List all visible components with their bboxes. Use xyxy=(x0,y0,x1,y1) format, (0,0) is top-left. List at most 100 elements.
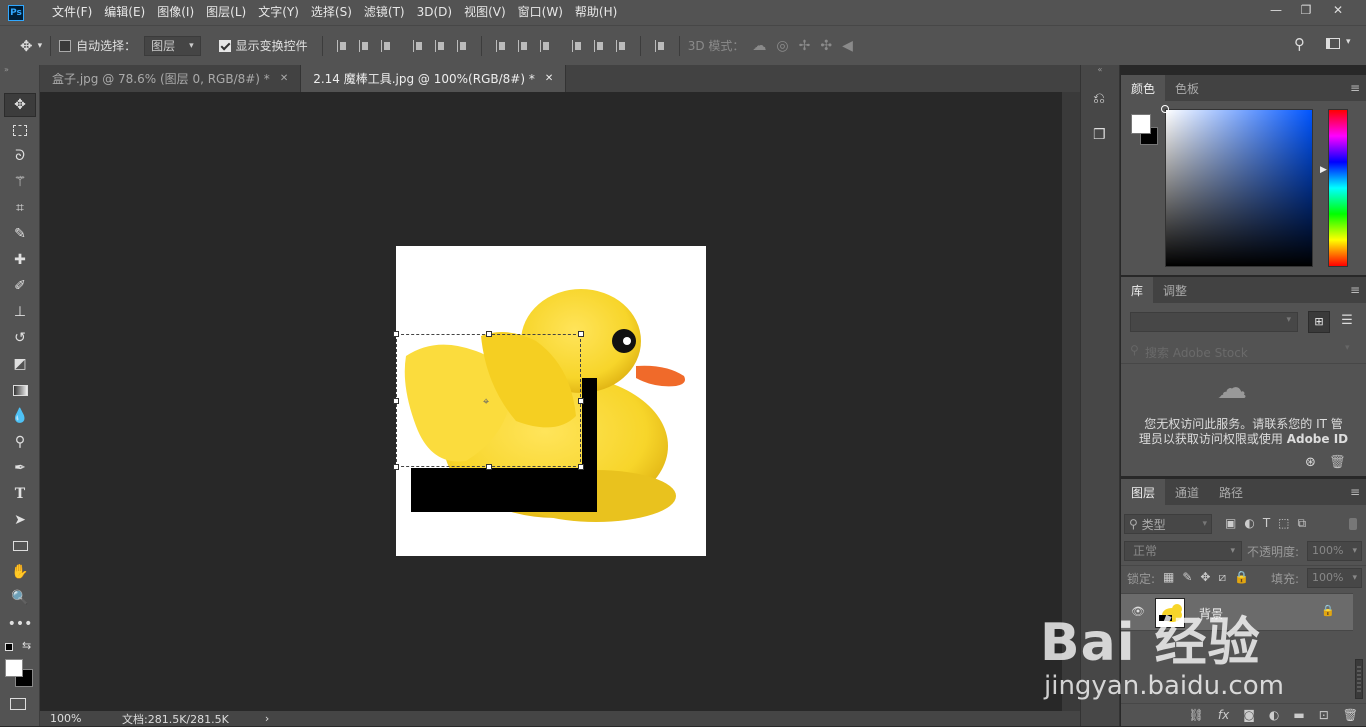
history-icon[interactable]: ⎌ xyxy=(1093,89,1105,107)
grid-view-icon[interactable]: ⊞ xyxy=(1308,311,1330,333)
lock-image-icon[interactable]: ✎ xyxy=(1182,570,1192,585)
eraser-tool-icon[interactable]: ◩ xyxy=(4,352,36,376)
filter-smart-object-icon[interactable]: ⧉ xyxy=(1298,516,1307,531)
auto-select-option[interactable]: 自动选择： xyxy=(59,37,136,54)
stock-search-input[interactable]: 搜索 Adobe Stock xyxy=(1145,344,1248,361)
tab-libraries[interactable]: 库 xyxy=(1121,277,1154,303)
auto-select-target-select[interactable]: 图层 ▾ xyxy=(144,35,201,56)
menu-item-2[interactable]: 图像(I) xyxy=(151,0,200,25)
fill-input[interactable]: 100% ▾ xyxy=(1307,568,1362,588)
blur-tool-icon[interactable]: 💧 xyxy=(4,404,36,428)
tab-color[interactable]: 颜色 xyxy=(1121,75,1166,101)
distribute-bottom-icon[interactable] xyxy=(539,39,550,52)
hue-slider[interactable] xyxy=(1328,109,1348,267)
foreground-color-swatch[interactable] xyxy=(5,659,23,677)
tab-layers[interactable]: 图层 xyxy=(1121,479,1166,505)
menu-item-10[interactable]: 帮助(H) xyxy=(569,0,623,25)
creative-cloud-icon[interactable]: ⊛ xyxy=(1305,455,1316,470)
lasso-tool-icon[interactable]: ᘐ xyxy=(4,144,36,168)
menu-item-6[interactable]: 滤镜(T) xyxy=(358,0,411,25)
layer-name[interactable]: 背景 xyxy=(1199,605,1223,622)
filter-type-icon[interactable]: T xyxy=(1263,516,1270,531)
minimize-icon[interactable]: — xyxy=(1260,0,1292,20)
align-top-icon[interactable] xyxy=(336,39,347,52)
lock-all-icon[interactable]: 🔒 xyxy=(1234,570,1249,585)
chevron-right-icon[interactable]: › xyxy=(265,712,269,725)
panel-menu-icon[interactable]: ≡ xyxy=(1350,283,1360,297)
panel-menu-icon[interactable]: ≡ xyxy=(1350,485,1360,499)
filter-pixel-icon[interactable]: ▣ xyxy=(1225,516,1236,531)
align-vcenter-icon[interactable] xyxy=(358,39,369,52)
panel-menu-icon[interactable]: ≡ xyxy=(1350,81,1360,95)
distribute-hcenter-icon[interactable] xyxy=(593,39,604,52)
tab-box-jpg[interactable]: 盒子.jpg @ 78.6% (图层 0, RGB/8#) * ✕ xyxy=(40,65,302,92)
list-view-icon[interactable]: ☰ xyxy=(1336,311,1358,333)
new-layer-icon[interactable]: ⊡ xyxy=(1319,708,1329,722)
transform-handle[interactable] xyxy=(486,331,492,337)
3d-panel-icon[interactable]: ❒ xyxy=(1093,127,1106,143)
brush-tool-icon[interactable]: ✐ xyxy=(4,274,36,298)
3d-orbit-icon[interactable]: ☁ xyxy=(752,38,766,54)
collapse-icon[interactable]: « xyxy=(1081,65,1119,75)
reference-point-icon[interactable]: ⌖ xyxy=(483,395,489,409)
library-select[interactable]: ▾ xyxy=(1130,312,1298,332)
opacity-input[interactable]: 100% ▾ xyxy=(1307,541,1362,561)
color-field[interactable] xyxy=(1165,109,1313,267)
transform-handle[interactable] xyxy=(393,464,399,470)
blend-mode-select[interactable]: 正常 ▾ xyxy=(1124,541,1242,561)
path-selection-tool-icon[interactable]: ➤ xyxy=(4,508,36,532)
menu-item-1[interactable]: 编辑(E) xyxy=(98,0,151,25)
lock-transparent-icon[interactable]: ▦ xyxy=(1163,570,1174,585)
close-icon[interactable]: ✕ xyxy=(280,73,288,84)
show-transform-option[interactable]: 显示变换控件 xyxy=(218,37,308,54)
zoom-tool-icon[interactable]: 🔍 xyxy=(4,586,36,610)
healing-brush-tool-icon[interactable]: ✚ xyxy=(4,248,36,272)
crop-tool-icon[interactable]: ⌗ xyxy=(4,196,36,220)
link-layers-icon[interactable]: ⛓ xyxy=(1189,708,1204,722)
tab-magic-wand-jpg[interactable]: 2.14 魔棒工具.jpg @ 100%(RGB/8#) * ✕ xyxy=(301,65,567,92)
collapse-icon[interactable]: » xyxy=(0,65,39,75)
new-group-icon[interactable]: ▬ xyxy=(1293,708,1304,722)
menu-item-0[interactable]: 文件(F) xyxy=(46,0,98,25)
tab-paths[interactable]: 路径 xyxy=(1209,479,1253,505)
distribute-right-icon[interactable] xyxy=(615,39,626,52)
3d-slide-icon[interactable]: ✣ xyxy=(820,38,832,54)
layers-scrollbar[interactable] xyxy=(1355,659,1363,699)
restore-icon[interactable]: ❐ xyxy=(1290,0,1322,20)
rectangle-tool-icon[interactable] xyxy=(4,534,36,558)
color-picker-cursor[interactable] xyxy=(1161,105,1169,113)
hue-slider-handle[interactable]: ▶ xyxy=(1320,165,1327,175)
search-icon[interactable]: ⚲ xyxy=(1294,35,1305,53)
zoom-level[interactable]: 100% xyxy=(40,712,90,725)
gradient-tool-icon[interactable] xyxy=(4,378,36,402)
auto-select-checkbox[interactable] xyxy=(59,39,72,52)
distribute-vcenter-icon[interactable] xyxy=(517,39,528,52)
dodge-tool-icon[interactable]: ⚲ xyxy=(4,430,36,454)
transform-handle[interactable] xyxy=(578,398,584,404)
align-left-icon[interactable] xyxy=(412,39,423,52)
tab-swatches[interactable]: 色板 xyxy=(1165,75,1209,101)
fx-icon[interactable]: fx xyxy=(1218,708,1229,722)
move-tool-preset[interactable]: ✥ ▾ xyxy=(20,37,42,55)
menu-item-5[interactable]: 选择(S) xyxy=(305,0,358,25)
3d-roll-icon[interactable]: ◎ xyxy=(776,38,788,54)
hand-tool-icon[interactable]: ✋ xyxy=(4,560,36,584)
align-bottom-icon[interactable] xyxy=(380,39,391,52)
show-transform-checkbox[interactable] xyxy=(218,39,231,52)
swap-colors-icon[interactable]: ⇆ xyxy=(22,639,31,652)
type-tool-icon[interactable]: T xyxy=(4,482,36,506)
menu-item-8[interactable]: 视图(V) xyxy=(458,0,512,25)
tab-adjustments[interactable]: 调整 xyxy=(1153,277,1197,303)
layer-filter-select[interactable]: ⚲ 类型 ▾ xyxy=(1124,514,1212,534)
chevron-down-icon[interactable]: ▾ xyxy=(1345,343,1350,353)
transform-handle[interactable] xyxy=(578,464,584,470)
auto-align-icon[interactable] xyxy=(654,39,665,52)
filter-shape-icon[interactable]: ⬚ xyxy=(1278,516,1289,531)
transform-handle[interactable] xyxy=(486,464,492,470)
menu-item-7[interactable]: 3D(D) xyxy=(411,0,458,25)
pen-tool-icon[interactable]: ✒ xyxy=(4,456,36,480)
trash-icon[interactable]: 🗑 xyxy=(1329,455,1346,470)
magic-wand-tool-icon[interactable]: ⚚ xyxy=(4,170,36,194)
menu-item-4[interactable]: 文字(Y) xyxy=(252,0,305,25)
default-colors-icon[interactable] xyxy=(5,643,13,651)
